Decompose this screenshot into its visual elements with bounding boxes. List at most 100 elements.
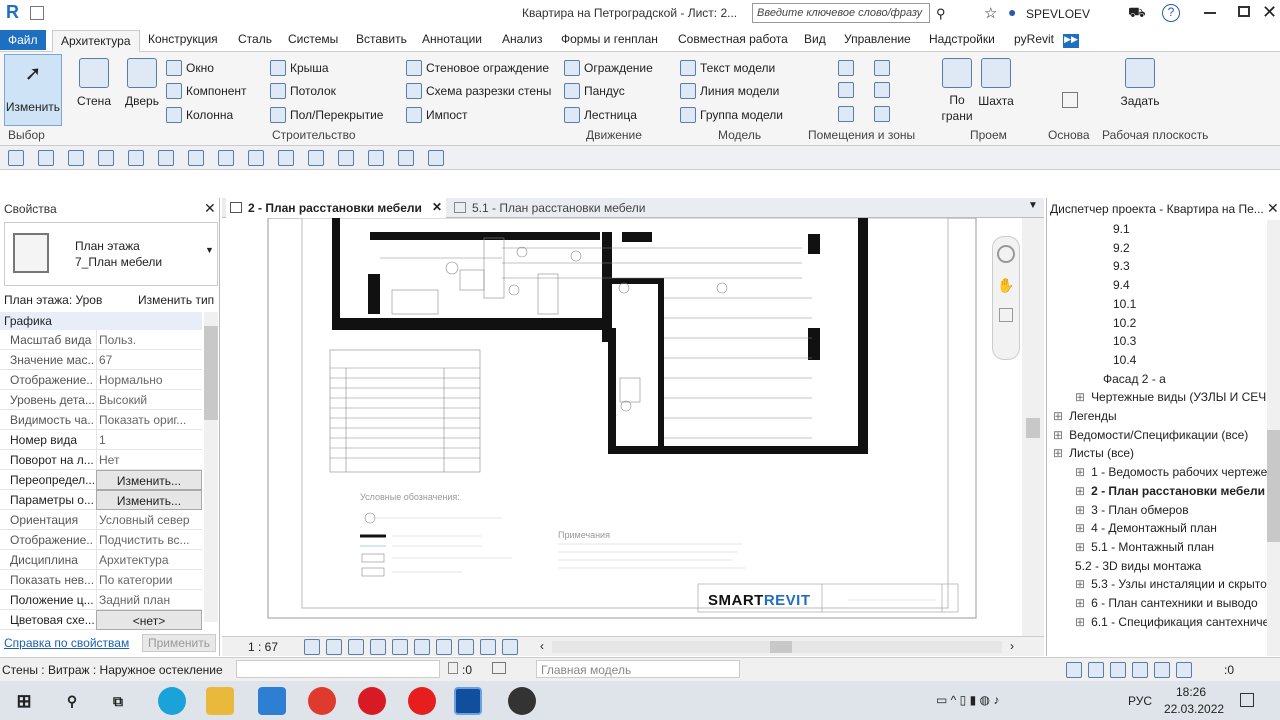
browser-item[interactable]: ⊞ 5.1 - Монтажный план <box>1075 540 1214 554</box>
property-row[interactable]: Масштаб вида Польз. <box>0 330 202 350</box>
property-value[interactable]: Архитектура <box>96 550 202 570</box>
by-face-button[interactable]: По грани <box>940 58 974 124</box>
scale-value[interactable]: 1 : 67 <box>248 640 278 654</box>
curtain-grid-button[interactable]: Схема разрезки стены <box>406 83 551 99</box>
mullion-button[interactable]: Импост <box>406 107 468 123</box>
property-row[interactable]: Отображение... Подчистить вс... <box>0 530 202 550</box>
status-icons[interactable] <box>1066 662 1192 678</box>
model-group-button[interactable]: Группа модели <box>680 107 783 123</box>
expand-icon[interactable]: ⊞ <box>1053 428 1063 442</box>
edge-icon[interactable] <box>158 687 186 715</box>
browser-item[interactable]: 9.2 <box>1113 241 1130 255</box>
app-logo[interactable]: R <box>6 2 22 22</box>
tabs-menu-icon[interactable]: ▼ <box>1028 200 1038 211</box>
section-header[interactable]: Графика <box>0 312 202 330</box>
browser-item[interactable]: 9.4 <box>1113 278 1130 292</box>
property-value[interactable]: Нормально <box>96 370 202 390</box>
save-icon[interactable] <box>30 6 44 20</box>
property-row[interactable]: Переопредел... Изменить... <box>0 470 202 490</box>
binoculars-icon[interactable]: ⚲ <box>936 6 946 22</box>
browser-item[interactable]: 5.2 - 3D виды монтажа <box>1075 559 1201 573</box>
close-icon[interactable]: ✕ <box>1262 2 1277 23</box>
model-select[interactable]: Главная модель <box>536 660 740 678</box>
type-selector[interactable]: План этажа 7_План мебели ▼ <box>4 222 218 286</box>
close-icon[interactable]: ✕ <box>204 200 216 217</box>
obs-icon[interactable] <box>508 687 536 715</box>
property-row[interactable]: Поворот на л... Нет <box>0 450 202 470</box>
tab-addins[interactable]: Надстройки <box>929 32 995 50</box>
browser-item[interactable]: 9.1 <box>1113 222 1130 236</box>
room-tools[interactable] <box>838 60 918 122</box>
browser-item[interactable]: ⊞ 6.1 - Спецификация сантехниче <box>1075 615 1269 629</box>
expand-icon[interactable]: ⊞ <box>1075 503 1085 517</box>
property-value[interactable]: Изменить... <box>96 490 202 510</box>
stair-button[interactable]: Лестница <box>564 107 637 123</box>
toolbar-icons[interactable] <box>8 150 468 166</box>
view-controls[interactable] <box>304 639 518 655</box>
browser-item[interactable]: 10.4 <box>1113 353 1136 367</box>
clock-time[interactable]: 18:26 <box>1176 685 1206 699</box>
tab-analyze[interactable]: Анализ <box>502 32 543 50</box>
property-row[interactable]: Отображение... Нормально <box>0 370 202 390</box>
tab-manage[interactable]: Управление <box>844 32 911 50</box>
user-icon[interactable]: ● <box>1008 4 1016 20</box>
browser-item[interactable]: 9.3 <box>1113 259 1130 273</box>
apply-button[interactable]: Применить <box>142 634 216 652</box>
edit-type-button[interactable]: Изменить тип <box>138 293 214 307</box>
help-icon[interactable]: ? <box>1162 4 1180 22</box>
property-value[interactable]: Задний план <box>96 590 202 610</box>
instance-filter[interactable]: План этажа: Уров <box>4 293 118 307</box>
browser-item[interactable]: ⊞ 3 - План обмеров <box>1075 503 1189 517</box>
minimize-icon[interactable] <box>1204 12 1216 14</box>
search-input[interactable]: Введите ключевое слово/фразу <box>752 3 930 23</box>
drawing-canvas[interactable]: Условные обозначения: Примечания SMARTRE… <box>222 218 1022 636</box>
design-options-icon[interactable] <box>492 662 506 674</box>
expand-icon[interactable]: ⊞ <box>1075 465 1085 479</box>
tab-massing[interactable]: Формы и генплан <box>561 32 658 50</box>
column-button[interactable]: Колонна <box>166 107 233 123</box>
notification-icon[interactable] <box>1240 693 1254 707</box>
scrollbar[interactable] <box>204 312 218 622</box>
expand-icon[interactable]: ⊞ <box>1053 446 1063 460</box>
expand-icon[interactable]: ⊞ <box>1075 484 1085 498</box>
search-icon[interactable]: ⚲ <box>58 687 86 715</box>
expand-icon[interactable]: ⊞ <box>1053 409 1063 423</box>
tab-collaborate[interactable]: Совместная работа <box>678 32 788 50</box>
door-button[interactable]: Дверь <box>121 58 163 108</box>
tab-pyrevit[interactable]: pyRevit <box>1014 32 1054 50</box>
property-value[interactable]: Показать ориг... <box>96 410 202 430</box>
roof-button[interactable]: Крыша <box>270 60 329 76</box>
model-line-button[interactable]: Линия модели <box>680 83 779 99</box>
language-indicator[interactable]: РУС <box>1128 694 1152 708</box>
store-icon[interactable] <box>258 687 286 715</box>
property-row[interactable]: Видимость ча... Показать ориг... <box>0 410 202 430</box>
filter-icon[interactable] <box>448 662 458 674</box>
opera-icon[interactable] <box>358 687 386 715</box>
property-row[interactable]: Параметры о... Изменить... <box>0 490 202 510</box>
property-row[interactable]: Цветовая схе... <нет> <box>0 610 202 630</box>
browser-item[interactable]: ⊞ Листы (все) <box>1053 446 1134 460</box>
tab-annotate[interactable]: Аннотации <box>422 32 482 50</box>
yandex-browser-icon[interactable] <box>308 687 336 715</box>
browser-item[interactable]: 10.1 <box>1113 297 1136 311</box>
cart-icon[interactable]: ⛟ <box>1128 4 1146 23</box>
yandex-icon[interactable] <box>408 687 436 715</box>
property-value[interactable]: Подчистить вс... <box>96 530 202 550</box>
expand-icon[interactable]: ⊞ <box>1075 596 1085 610</box>
expand-icon[interactable]: ⊞ <box>1075 577 1085 591</box>
browser-item[interactable]: ⊞ 6 - План сантехники и выводо <box>1075 596 1258 610</box>
user-name[interactable]: SPEVLOEV <box>1026 7 1090 21</box>
browser-item[interactable]: ⊞ 4 - Демонтажный план <box>1075 521 1217 535</box>
browser-item[interactable]: 10.3 <box>1113 334 1136 348</box>
ceiling-button[interactable]: Потолок <box>270 83 336 99</box>
property-row[interactable]: Номер вида 1 <box>0 430 202 450</box>
property-value[interactable]: 67 <box>96 350 202 370</box>
close-icon[interactable]: ✕ <box>432 200 442 214</box>
property-row[interactable]: Уровень дета... Высокий <box>0 390 202 410</box>
tab-architecture[interactable]: Архитектура <box>52 30 140 52</box>
properties-help-link[interactable]: Справка по свойствам <box>4 636 129 650</box>
fast-forward-icon[interactable]: ▶▶ <box>1063 34 1079 48</box>
browser-scrollbar[interactable] <box>1267 220 1280 656</box>
browser-item[interactable]: ⊞ Чертежные виды (УЗЛЫ И СЕЧЕ <box>1075 390 1274 404</box>
maximize-icon[interactable] <box>1238 6 1250 17</box>
